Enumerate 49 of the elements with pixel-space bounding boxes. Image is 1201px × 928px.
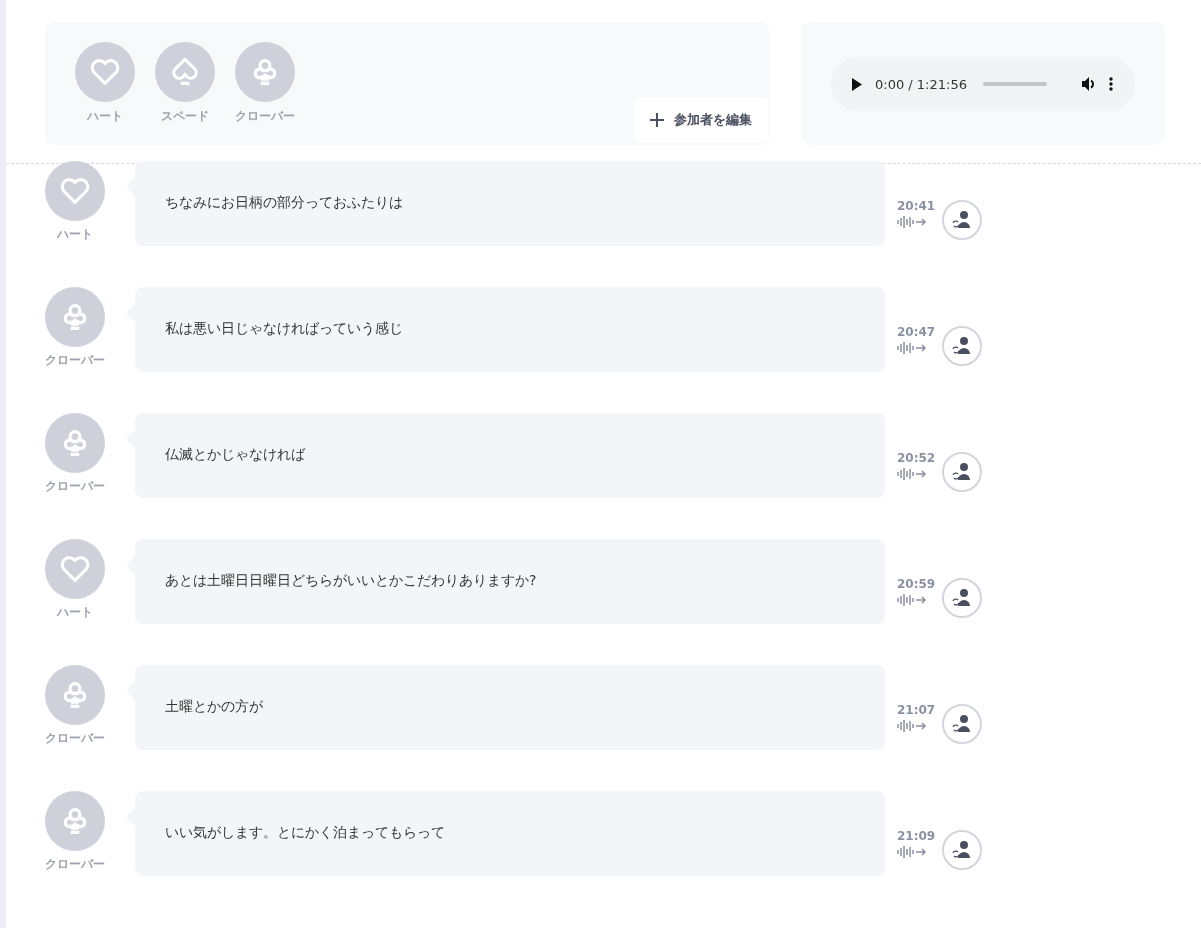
- audio-time: 0:00 / 1:21:56: [875, 76, 967, 92]
- plus-icon: [650, 113, 664, 127]
- speaker-name: ハート: [57, 604, 93, 621]
- speaker-name: クローバー: [45, 730, 105, 747]
- message-text: ちなみにお日柄の部分っておふたりは: [165, 194, 403, 210]
- audio-wave-icon[interactable]: [897, 845, 927, 859]
- message-time: 21:09: [897, 829, 937, 843]
- message-time: 20:41: [897, 199, 937, 213]
- audio-wave-icon[interactable]: [897, 719, 927, 733]
- speaker-name: ハート: [57, 226, 93, 243]
- person-swap-icon: [951, 587, 973, 609]
- reassign-speaker-button[interactable]: [942, 200, 982, 240]
- person-swap-icon: [951, 839, 973, 861]
- volume-icon[interactable]: [1080, 76, 1097, 92]
- speaker-name: クローバー: [45, 856, 105, 873]
- more-icon[interactable]: [1108, 77, 1113, 91]
- person-swap-icon: [951, 335, 973, 357]
- message-text: 私は悪い日じゃなければっていう感じ: [165, 320, 403, 336]
- edit-participants-button[interactable]: 参加者を編集: [634, 97, 768, 143]
- message-text: 土曜とかの方が: [165, 698, 263, 714]
- person-swap-icon: [951, 713, 973, 735]
- reassign-speaker-button[interactable]: [942, 578, 982, 618]
- message-time: 20:59: [897, 577, 937, 591]
- participant-avatar[interactable]: [75, 42, 135, 102]
- speaker-name: クローバー: [45, 352, 105, 369]
- message-time: 20:47: [897, 325, 937, 339]
- participant-name: スペード: [161, 108, 209, 125]
- reassign-speaker-button[interactable]: [942, 704, 982, 744]
- participant-avatar[interactable]: [235, 42, 295, 102]
- audio-wave-icon[interactable]: [897, 215, 927, 229]
- audio-wave-icon[interactable]: [897, 593, 927, 607]
- play-icon[interactable]: [851, 77, 863, 91]
- person-swap-icon: [951, 209, 973, 231]
- reassign-speaker-button[interactable]: [942, 830, 982, 870]
- participant-name: クローバー: [235, 108, 295, 125]
- message-time: 21:07: [897, 703, 937, 717]
- message-time: 20:52: [897, 451, 937, 465]
- message-text: 仏滅とかじゃなければ: [165, 446, 305, 462]
- speaker-name: クローバー: [45, 478, 105, 495]
- reassign-speaker-button[interactable]: [942, 452, 982, 492]
- seek-track[interactable]: [982, 82, 1047, 86]
- message-text: あとは土曜日日曜日どちらがいいとかこだわりありますか?: [165, 572, 537, 588]
- message-text: いい気がします。とにかく泊まってもらって: [165, 824, 445, 840]
- audio-wave-icon[interactable]: [897, 341, 927, 355]
- participant-avatar[interactable]: [155, 42, 215, 102]
- reassign-speaker-button[interactable]: [942, 326, 982, 366]
- person-swap-icon: [951, 461, 973, 483]
- participant-name: ハート: [87, 108, 123, 125]
- audio-wave-icon[interactable]: [897, 467, 927, 481]
